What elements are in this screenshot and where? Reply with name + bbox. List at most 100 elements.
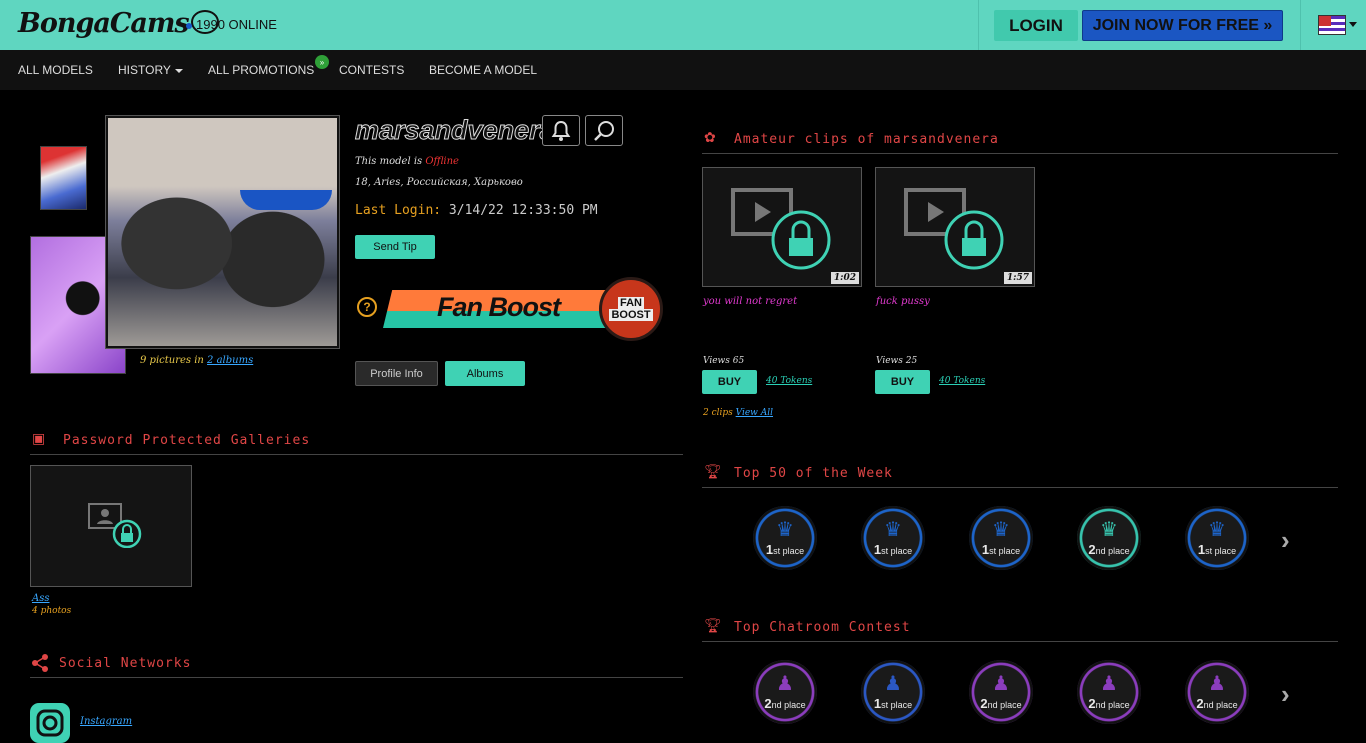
- medal-place-label: 2nd place: [1196, 695, 1238, 711]
- chevron-right-icon[interactable]: ›: [1281, 527, 1299, 553]
- main-nav: ALL MODELS HISTORY ALL PROMOTIONS » CONT…: [0, 50, 1366, 90]
- gallery-photo-count: 4 photos: [32, 606, 72, 616]
- instagram-link[interactable]: Instagram: [80, 716, 132, 727]
- medal-place-label: 2nd place: [1088, 695, 1130, 711]
- clip-duration: 1:02: [830, 272, 859, 284]
- top-bar: BongaCams 1990 ONLINE LOGIN JOIN NOW FOR…: [0, 0, 1366, 50]
- medal-place-label: 2nd place: [764, 695, 806, 711]
- award-medal[interactable]: ♛ 1st place: [753, 506, 817, 570]
- medal-place-label: 2nd place: [1088, 541, 1130, 557]
- crown-icon: ♛: [1100, 518, 1118, 541]
- section-title-galleries: Password Protected Galleries: [63, 433, 311, 448]
- help-icon[interactable]: ?: [357, 297, 377, 317]
- medal-place-label: 1st place: [1197, 541, 1237, 557]
- clip-card[interactable]: 1:02: [702, 167, 862, 287]
- award-medal[interactable]: ♛ 1st place: [969, 506, 1033, 570]
- clip-title[interactable]: you will not regret: [703, 296, 797, 307]
- language-flag-icon[interactable]: [1318, 15, 1346, 35]
- divider: [30, 677, 683, 678]
- chevron-right-icon[interactable]: ›: [1281, 681, 1299, 707]
- nav-item-become-model[interactable]: BECOME A MODEL: [429, 63, 537, 77]
- locked-video-icon: [731, 188, 831, 270]
- share-icon: [31, 654, 49, 672]
- award-medal[interactable]: ♛ 2nd place: [1077, 506, 1141, 570]
- fan-boost-seal[interactable]: FAN BOOST: [599, 277, 663, 341]
- divider: [702, 487, 1338, 488]
- nav-item-contests[interactable]: CONTESTS: [339, 63, 404, 77]
- medal-place-label: 1st place: [765, 541, 805, 557]
- locked-photo-icon: [88, 503, 142, 548]
- award-medal[interactable]: ♟ 2nd place: [753, 660, 817, 724]
- award-medal[interactable]: ♛ 1st place: [1185, 506, 1249, 570]
- chevron-down-icon: [174, 68, 183, 73]
- clip-price[interactable]: 40 Tokens: [939, 376, 985, 386]
- clips-icon: ✿: [704, 129, 716, 145]
- divider: [978, 0, 979, 50]
- clip-views: Views 25: [876, 356, 918, 366]
- figure-icon: ♟: [884, 672, 902, 695]
- award-medal[interactable]: ♟ 1st place: [861, 660, 925, 724]
- fan-boost-label: Fan Boost: [437, 292, 561, 322]
- albums-link[interactable]: 2 albums: [207, 355, 253, 366]
- gallery-icon: ▣: [32, 430, 46, 446]
- figure-icon: ♟: [776, 672, 794, 695]
- crown-icon: ♛: [1208, 518, 1226, 541]
- model-status: This model is Offline: [355, 156, 459, 167]
- crown-icon: ♛: [776, 518, 794, 541]
- section-title-social: Social Networks: [59, 656, 192, 671]
- clip-title[interactable]: fuck pussy: [876, 296, 930, 307]
- award-medal[interactable]: ♟ 2nd place: [1077, 660, 1141, 724]
- figure-icon: ♟: [992, 672, 1010, 695]
- chevron-down-icon[interactable]: [1349, 22, 1357, 27]
- medal-place-label: 1st place: [873, 695, 913, 711]
- clips-count: 2 clips View All: [703, 408, 774, 418]
- last-login: Last Login: 3/14/22 12:33:50 PM: [355, 203, 598, 218]
- section-title-clips: Amateur clips of marsandvenera: [734, 132, 999, 147]
- clip-duration: 1:57: [1003, 272, 1032, 284]
- online-count: 1990 ONLINE: [186, 17, 277, 32]
- nav-item-history[interactable]: HISTORY: [118, 63, 183, 77]
- model-details: 18, Aries, Российская, Харьково: [355, 177, 523, 188]
- online-dot-icon: [186, 22, 192, 29]
- divider: [1300, 0, 1301, 50]
- clip-card[interactable]: 1:57: [875, 167, 1035, 287]
- bell-icon: [551, 120, 571, 141]
- nav-item-all-models[interactable]: ALL MODELS: [18, 63, 93, 77]
- photo-detail: [240, 190, 332, 210]
- protected-gallery-card[interactable]: [30, 465, 192, 587]
- buy-clip-button[interactable]: BUY: [875, 370, 930, 394]
- trophy-icon: 🏆︎: [704, 463, 722, 479]
- nav-item-all-promotions[interactable]: ALL PROMOTIONS: [208, 63, 314, 77]
- figure-icon: ♟: [1208, 672, 1226, 695]
- view-all-clips-link[interactable]: View All: [736, 408, 773, 418]
- award-medal[interactable]: ♟ 2nd place: [969, 660, 1033, 724]
- crown-icon: ♛: [992, 518, 1010, 541]
- search-icon: [594, 120, 614, 141]
- section-title-chatroom-contest: Top Chatroom Contest: [734, 620, 911, 635]
- login-button[interactable]: LOGIN: [994, 10, 1078, 41]
- section-title-top50: Top 50 of the Week: [734, 466, 893, 481]
- pictures-count: 9 pictures in 2 albums: [140, 355, 254, 366]
- model-username: marsandvenera: [355, 115, 556, 146]
- award-medal[interactable]: ♛ 1st place: [861, 506, 925, 570]
- promotions-badge: »: [315, 55, 329, 69]
- divider: [30, 454, 683, 455]
- tab-albums[interactable]: Albums: [445, 361, 525, 386]
- medal-place-label: 1st place: [981, 541, 1021, 557]
- profile-thumbnail[interactable]: [40, 146, 87, 210]
- tab-profile-info[interactable]: Profile Info: [355, 361, 438, 386]
- award-medal[interactable]: ♟ 2nd place: [1185, 660, 1249, 724]
- gallery-name-link[interactable]: Ass: [32, 593, 50, 604]
- profile-main-photo[interactable]: [105, 115, 340, 349]
- send-tip-button[interactable]: Send Tip: [355, 235, 435, 259]
- notification-bell-button[interactable]: [542, 115, 580, 146]
- buy-clip-button[interactable]: BUY: [702, 370, 757, 394]
- instagram-icon[interactable]: [30, 703, 70, 743]
- join-now-button[interactable]: JOIN NOW FOR FREE »: [1082, 10, 1283, 41]
- crown-icon: ♛: [884, 518, 902, 541]
- clip-views: Views 65: [703, 356, 745, 366]
- medal-place-label: 2nd place: [980, 695, 1022, 711]
- search-chat-button[interactable]: [585, 115, 623, 146]
- clip-price[interactable]: 40 Tokens: [766, 376, 812, 386]
- medal-place-label: 1st place: [873, 541, 913, 557]
